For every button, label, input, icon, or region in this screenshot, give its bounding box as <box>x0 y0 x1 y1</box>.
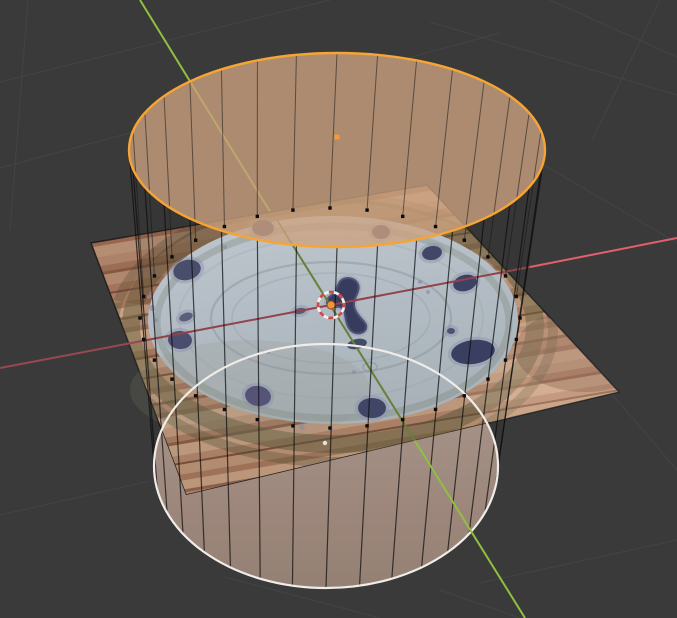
mid-ring-vertex[interactable] <box>256 215 259 218</box>
plane-origin-dot <box>323 441 327 445</box>
mid-ring-vertex[interactable] <box>170 255 173 258</box>
mid-ring-vertex[interactable] <box>256 418 259 421</box>
mid-ring-vertex[interactable] <box>401 418 404 421</box>
mid-ring-vertex[interactable] <box>515 295 518 298</box>
selected-top-face[interactable] <box>129 53 545 247</box>
mid-ring-vertex[interactable] <box>153 274 156 277</box>
mid-ring-vertex[interactable] <box>328 426 331 429</box>
mid-ring-vertex[interactable] <box>504 358 507 361</box>
mid-ring-vertex[interactable] <box>153 358 156 361</box>
mid-ring-vertex[interactable] <box>223 408 226 411</box>
mid-ring-vertex[interactable] <box>365 424 368 427</box>
mid-ring-vertex[interactable] <box>504 274 507 277</box>
mid-ring-vertex[interactable] <box>142 295 145 298</box>
mid-ring-vertex[interactable] <box>365 208 368 211</box>
face-center-dot <box>335 135 340 140</box>
mid-ring-vertex[interactable] <box>486 377 489 380</box>
mid-ring-vertex[interactable] <box>138 316 141 319</box>
mid-ring-vertex[interactable] <box>434 225 437 228</box>
mid-ring-vertex[interactable] <box>515 338 518 341</box>
mid-ring-vertex[interactable] <box>463 394 466 397</box>
mid-ring-vertex[interactable] <box>486 255 489 258</box>
mid-ring-vertex[interactable] <box>194 394 197 397</box>
cylinder-object[interactable] <box>129 53 545 588</box>
mid-ring-vertex[interactable] <box>518 316 521 319</box>
mid-ring-vertex[interactable] <box>328 206 331 209</box>
blender-viewport[interactable] <box>0 0 677 618</box>
cursor-center-dot <box>327 301 335 309</box>
mid-ring-vertex[interactable] <box>291 424 294 427</box>
mid-ring-vertex[interactable] <box>170 377 173 380</box>
mid-ring-vertex[interactable] <box>223 225 226 228</box>
mid-ring-vertex[interactable] <box>434 408 437 411</box>
mid-ring-vertex[interactable] <box>291 208 294 211</box>
mid-ring-vertex[interactable] <box>463 239 466 242</box>
mid-ring-vertex[interactable] <box>401 215 404 218</box>
mid-ring-vertex[interactable] <box>194 239 197 242</box>
mid-ring-vertex[interactable] <box>142 338 145 341</box>
viewport-canvas[interactable] <box>0 0 677 618</box>
